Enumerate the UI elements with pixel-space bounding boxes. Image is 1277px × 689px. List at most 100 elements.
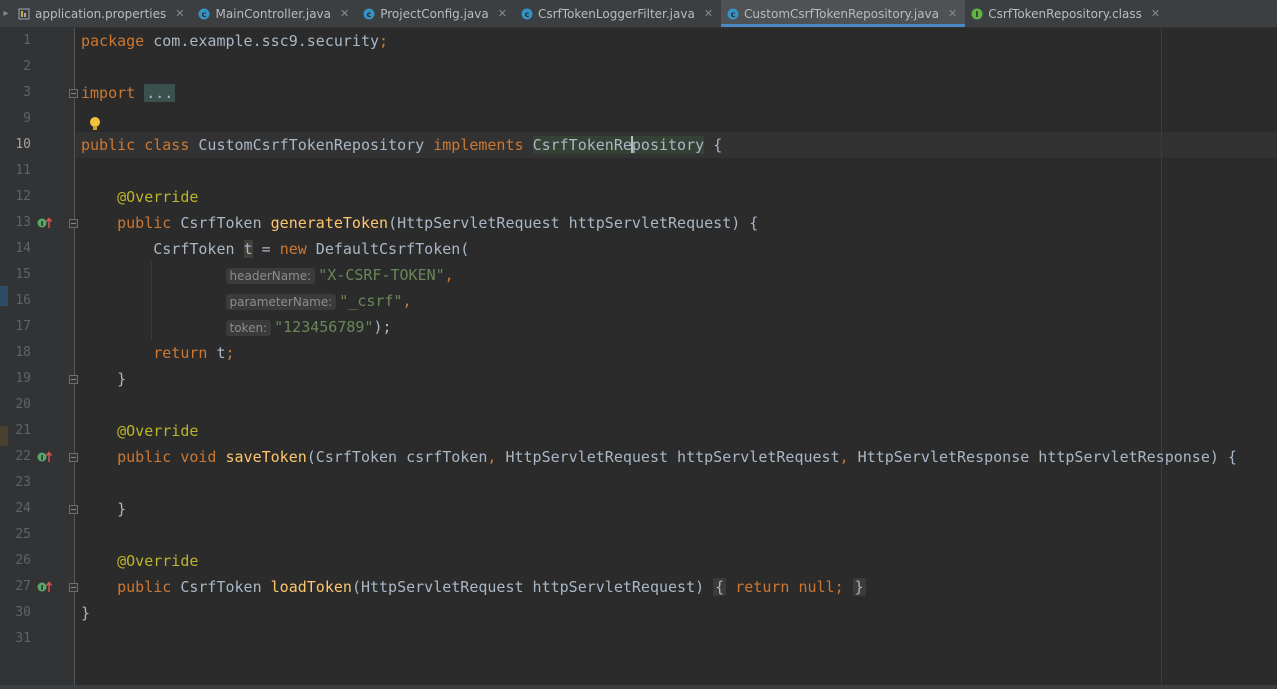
- tab-scroll-left-icon[interactable]: ▸: [0, 0, 12, 27]
- line-number: 30: [15, 605, 31, 620]
- tab-label: MainController.java: [215, 6, 331, 21]
- tab-label: ProjectConfig.java: [380, 6, 489, 21]
- java-class-icon: c: [521, 8, 533, 19]
- lightbulb-icon[interactable]: [89, 116, 101, 132]
- close-icon[interactable]: ✕: [498, 7, 507, 20]
- params: (HttpServletRequest httpServletRequest): [351, 578, 705, 596]
- line-number: 10: [15, 137, 31, 152]
- keyword: new: [279, 240, 307, 258]
- code-line-27: public CsrfToken loadToken(HttpServletRe…: [81, 574, 866, 600]
- code-line-12: @Override: [81, 184, 198, 210]
- code-line-14: CsrfToken t = new DefaultCsrfToken(: [81, 236, 469, 262]
- interface-reference: CsrfTokenRepository: [532, 136, 705, 154]
- horizontal-scrollbar[interactable]: [0, 685, 1277, 689]
- tab-csrf-token-repository-class[interactable]: I CsrfTokenRepository.class ✕: [965, 0, 1168, 27]
- keyword: return: [153, 344, 208, 362]
- code-line-10: public class CustomCsrfTokenRepository i…: [81, 132, 722, 158]
- close-icon[interactable]: ✕: [948, 7, 957, 20]
- close-icon[interactable]: ✕: [175, 7, 184, 20]
- tab-csrf-token-logger-filter[interactable]: c CsrfTokenLoggerFilter.java ✕: [515, 0, 721, 27]
- parameter-hint: token:: [225, 320, 272, 336]
- semicolon: ;: [225, 344, 235, 362]
- line-number: 16: [15, 293, 31, 308]
- method-name: loadToken: [270, 578, 352, 596]
- editor-tab-bar: ▸ application.properties ✕ c MainControl…: [0, 0, 1277, 28]
- code-line-15: headerName: "X-CSRF-TOKEN",: [81, 262, 454, 288]
- tab-project-config[interactable]: c ProjectConfig.java ✕: [357, 0, 515, 27]
- annotation: @Override: [117, 552, 199, 570]
- svg-text:c: c: [367, 10, 372, 19]
- line-number: 17: [15, 319, 31, 334]
- code-line-13: public CsrfToken generateToken(HttpServl…: [81, 210, 758, 236]
- tab-label: CustomCsrfTokenRepository.java: [744, 6, 940, 21]
- keyword: public: [117, 448, 172, 466]
- keyword: null: [798, 578, 835, 596]
- svg-text:I: I: [41, 584, 44, 592]
- line-number: 2: [23, 59, 31, 74]
- line-number: 20: [15, 397, 31, 412]
- string-literal: "_csrf": [339, 292, 403, 310]
- keyword: class: [144, 136, 190, 154]
- line-number: 19: [15, 371, 31, 386]
- keyword: public: [81, 136, 136, 154]
- code-line-19: }: [81, 366, 126, 392]
- line-number: 15: [15, 267, 31, 282]
- java-class-icon: c: [727, 8, 739, 19]
- tab-custom-csrf-token-repository[interactable]: c CustomCsrfTokenRepository.java ✕: [721, 0, 966, 27]
- punctuation: ,: [444, 266, 454, 284]
- java-class-icon: c: [198, 8, 210, 19]
- params: HttpServletResponse httpServletResponse)…: [848, 448, 1237, 466]
- keyword: return: [735, 578, 790, 596]
- code-line-18: return t;: [81, 340, 235, 366]
- properties-file-icon: [18, 8, 30, 19]
- svg-text:c: c: [202, 10, 207, 19]
- line-number: 31: [15, 631, 31, 646]
- line-number: 25: [15, 527, 31, 542]
- annotation: @Override: [117, 422, 199, 440]
- folded-imports[interactable]: ...: [144, 84, 176, 102]
- params: (CsrfToken csrfToken: [306, 448, 488, 466]
- code-line-26: @Override: [81, 548, 198, 574]
- implements-method-icon[interactable]: I: [37, 216, 53, 230]
- return-value: t: [207, 344, 226, 362]
- close-icon[interactable]: ✕: [704, 7, 713, 20]
- tab-application-properties[interactable]: application.properties ✕: [12, 0, 192, 27]
- close-icon[interactable]: ✕: [340, 7, 349, 20]
- implements-method-icon[interactable]: I: [37, 450, 53, 464]
- type: CsrfToken: [153, 240, 244, 258]
- type: CsrfToken: [180, 578, 262, 596]
- keyword: void: [180, 448, 217, 466]
- keyword: import: [81, 84, 136, 102]
- svg-text:I: I: [41, 454, 44, 462]
- java-class-icon: c: [363, 8, 375, 19]
- line-number: 1: [23, 33, 31, 48]
- code-line-17: token: "123456789");: [81, 314, 392, 340]
- parameter-hint: headerName:: [225, 268, 316, 284]
- punctuation: ,: [402, 292, 412, 310]
- code-line-1: package com.example.ssc9.security;: [81, 28, 388, 54]
- tab-label: application.properties: [35, 6, 167, 21]
- line-number: 26: [15, 553, 31, 568]
- tab-main-controller[interactable]: c MainController.java ✕: [192, 0, 357, 27]
- tab-label: CsrfTokenLoggerFilter.java: [537, 6, 695, 21]
- implements-method-icon[interactable]: I: [37, 580, 53, 594]
- folded-brace[interactable]: }: [852, 578, 866, 596]
- code-line-16: parameterName: "_csrf",: [81, 288, 412, 314]
- line-number: 23: [15, 475, 31, 490]
- close-icon[interactable]: ✕: [1151, 7, 1160, 20]
- brace: {: [713, 136, 723, 154]
- line-number: 3: [23, 85, 31, 100]
- editor-gutter[interactable]: 1 2 3 9 10 11 12 13 14 15 16 17 18 19 20…: [0, 28, 78, 689]
- code-line-22: public void saveToken(CsrfToken csrfToke…: [81, 444, 1237, 470]
- tab-label: CsrfTokenRepository.class: [988, 6, 1142, 21]
- params: (HttpServletRequest httpServletRequest) …: [388, 214, 759, 232]
- folded-brace[interactable]: {: [713, 578, 727, 596]
- parameter-hint: parameterName:: [225, 294, 337, 310]
- punctuation: ,: [839, 448, 849, 466]
- interface-name-part: pository: [631, 136, 705, 154]
- line-number: 21: [15, 423, 31, 438]
- line-number: 27: [15, 579, 31, 594]
- line-number: 24: [15, 501, 31, 516]
- semicolon: ;: [379, 32, 389, 50]
- code-editor[interactable]: package com.example.ssc9.security; impor…: [75, 28, 1277, 689]
